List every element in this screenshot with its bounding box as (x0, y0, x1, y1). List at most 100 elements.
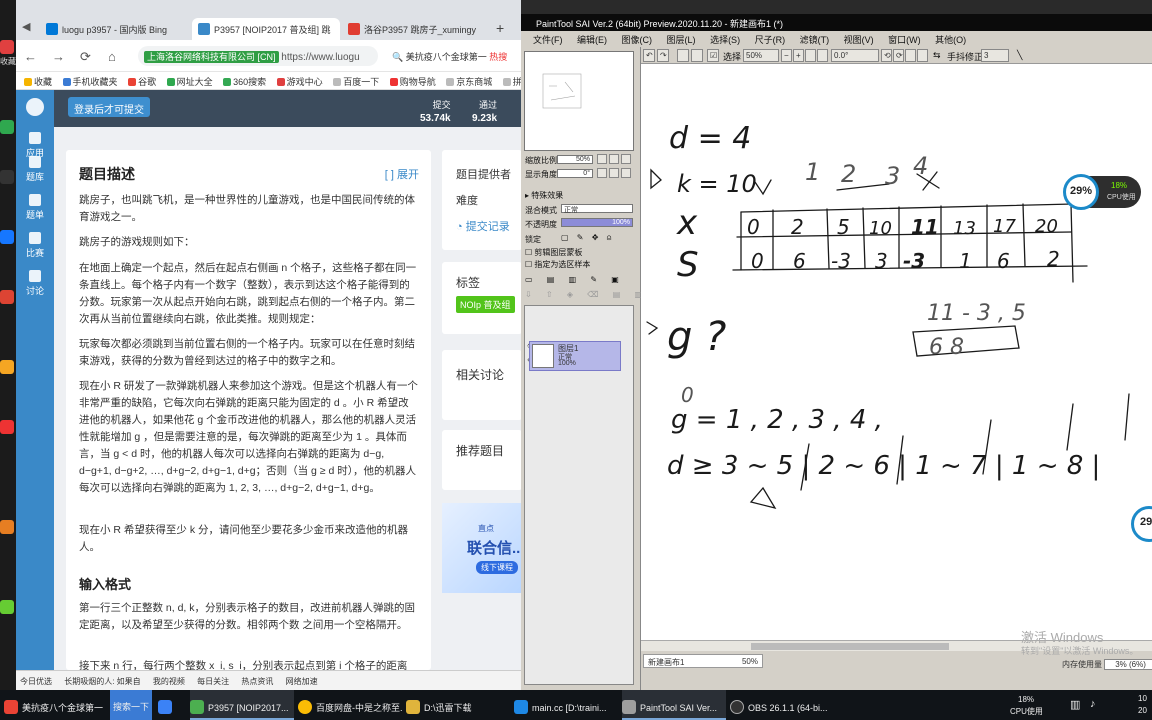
forward-button[interactable]: → (52, 49, 65, 64)
menu-file[interactable]: 文件(F) (533, 33, 563, 46)
luogu-logo[interactable] (16, 98, 54, 118)
zoom-fit-icon[interactable] (805, 49, 816, 62)
back-button[interactable]: ← (24, 49, 37, 64)
rotate-right-icon[interactable]: ⟳ (893, 49, 904, 62)
sidebar-item-problems[interactable]: 题库 (16, 156, 54, 183)
rotate-left-icon[interactable] (597, 168, 607, 178)
tab-csdn[interactable]: 洛谷P3957 跳房子_xumingy (342, 18, 490, 40)
bookmark-item[interactable]: 京东商城 (446, 75, 492, 88)
bookmark-item[interactable]: 游戏中心 (276, 75, 323, 88)
sidebar-item-discuss[interactable]: 讨论 (16, 270, 54, 297)
flip-horizontal-icon[interactable]: ⇆ (933, 50, 941, 61)
undo-icon[interactable]: ↶ (643, 49, 655, 62)
status-item[interactable]: 网络加速 (286, 676, 318, 687)
rotate-reset-icon[interactable] (621, 168, 631, 178)
blend-mode-select[interactable]: 正常 (561, 204, 633, 214)
search-box[interactable]: 🔍 美抗疫八个金球第一 热搜 (388, 46, 521, 66)
status-item[interactable]: 热点资讯 (241, 676, 273, 687)
app-icon[interactable] (0, 360, 14, 374)
ad-banner[interactable]: 直点 联合信... 线下课程 (442, 503, 521, 593)
tab-bing[interactable]: luogu p3957 - 国内版 Bing (40, 18, 190, 40)
home-button[interactable]: ⌂ (108, 49, 116, 64)
reload-button[interactable]: ⟳ (80, 49, 91, 65)
rotate-left-icon[interactable]: ⟲ (881, 49, 892, 62)
submissions-link[interactable]: ◔ 提交记录 (456, 218, 510, 234)
menu-other[interactable]: 其他(O) (935, 33, 966, 46)
redo-icon[interactable]: ↷ (657, 49, 669, 62)
app-icon[interactable] (0, 230, 14, 244)
expand-button[interactable]: [ ] 展开 (385, 166, 419, 182)
menu-select[interactable]: 选择(S) (710, 33, 740, 46)
taskbar-app-obs[interactable]: OBS 26.1.1 (64-bi... (730, 690, 834, 720)
deselect-icon[interactable] (677, 49, 689, 62)
drawing-canvas[interactable]: d = 4 k = 10 1 2 3 4 x S 0 2 5 10 11 13 … (641, 64, 1152, 640)
clock-date[interactable]: 20 (1138, 706, 1147, 715)
menu-layer[interactable]: 图层(L) (667, 33, 696, 46)
rotate-right-icon[interactable] (609, 168, 619, 178)
volume-icon[interactable]: ♪ (1090, 698, 1096, 710)
lock-icons[interactable]: ▢ ✎ ✥ ⍝ (561, 233, 614, 243)
taskbar-app[interactable] (158, 690, 186, 720)
bookmark-item[interactable]: 购物导航 (389, 75, 436, 88)
menu-edit[interactable]: 编辑(E) (577, 33, 607, 46)
app-icon[interactable] (0, 290, 14, 304)
status-item[interactable]: 今日优选 (20, 676, 52, 687)
menu-filter[interactable]: 滤镜(T) (800, 33, 830, 46)
app-icon[interactable] (0, 520, 14, 534)
zoom-reset-icon[interactable] (817, 49, 828, 62)
taskbar-app-browser[interactable]: P3957 [NOIP2017... (190, 690, 294, 720)
bookmark-item[interactable]: 网址大全 (166, 75, 213, 88)
rotate-reset-icon[interactable] (905, 49, 916, 62)
invert-icon[interactable] (691, 49, 703, 62)
zoom-in-icon[interactable]: + (793, 49, 804, 62)
bookmark-item[interactable]: 拼多多 (502, 75, 521, 88)
menu-image[interactable]: 图像(C) (622, 33, 653, 46)
effects-toggle[interactable]: ▸ 特殊效果 (525, 190, 563, 201)
wechat-icon[interactable] (0, 120, 14, 134)
sample-checkbox[interactable]: ☐ 指定为选区样本 (525, 259, 590, 270)
taskbar-app-chrome[interactable]: 百度网盘-中是之称至... (298, 690, 402, 720)
url-input[interactable]: 上海洛谷网络科技有限公司 [CN] https://www.luogu (138, 46, 378, 66)
discuss-label[interactable]: 相关讨论 (456, 366, 504, 383)
bookmark-item[interactable]: 谷歌 (128, 75, 156, 88)
clip-checkbox[interactable]: ☐ 剪辑图层蒙板 (525, 247, 582, 258)
ad-button[interactable]: 线下课程 (476, 561, 518, 574)
submit-button[interactable]: 登录后才可提交 (68, 97, 150, 117)
recommend-label[interactable]: 推荐题目 (456, 442, 504, 459)
zoom-slider[interactable]: 50% (557, 155, 593, 164)
sidebar-item-contests[interactable]: 比赛 (16, 232, 54, 259)
new-tab-button[interactable]: + (496, 20, 504, 36)
scrollbar-thumb[interactable] (751, 643, 949, 650)
opacity-slider[interactable]: 100% (561, 218, 633, 227)
zoom-select[interactable]: 50% (743, 49, 779, 62)
clock-time[interactable]: 10 (1138, 694, 1147, 703)
tab-luogu[interactable]: P3957 [NOIP2017 普及组] 跳 (192, 18, 340, 40)
navigator-preview[interactable] (524, 51, 634, 151)
status-item[interactable]: 我的视频 (153, 676, 185, 687)
app-icon[interactable] (0, 420, 14, 434)
sidebar-item-lists[interactable]: 题单 (16, 194, 54, 221)
layer-item[interactable]: 图层1 正常 100% (529, 341, 621, 371)
app-icon[interactable] (0, 600, 14, 614)
zoom-reset-icon[interactable] (621, 154, 631, 164)
flip-icon[interactable] (917, 49, 928, 62)
menu-view[interactable]: 视图(V) (844, 33, 874, 46)
angle-select[interactable]: 0.0° (831, 49, 879, 62)
bookmark-item[interactable]: 手机收藏夹 (62, 75, 118, 88)
menu-window[interactable]: 窗口(W) (888, 33, 921, 46)
status-item[interactable]: 长期吸烟的人: 如果自 (64, 676, 140, 687)
stabilizer-select[interactable]: 3 (981, 49, 1009, 62)
zoom-out-icon[interactable]: − (781, 49, 792, 62)
app-icon[interactable] (0, 40, 14, 54)
zoom-plus-icon[interactable] (609, 154, 619, 164)
rotate-slider[interactable]: 0° (557, 169, 593, 178)
line-tool-icon[interactable]: ╲ (1017, 50, 1022, 61)
taskbar-search-button[interactable]: 搜索一下 (110, 690, 152, 720)
select-checkbox[interactable]: ☑ (707, 49, 719, 62)
zoom-minus-icon[interactable] (597, 154, 607, 164)
app-icon[interactable] (0, 170, 14, 184)
document-tab[interactable]: 新建画布1 50% (643, 654, 763, 668)
bookmark-item[interactable]: 360搜索 (223, 75, 266, 88)
browser-menu-icon[interactable]: ◀ (22, 20, 30, 33)
layer-buttons-2[interactable]: ⇩ ⇧ ◈ ⌫ ▤ ▥ (525, 290, 648, 299)
